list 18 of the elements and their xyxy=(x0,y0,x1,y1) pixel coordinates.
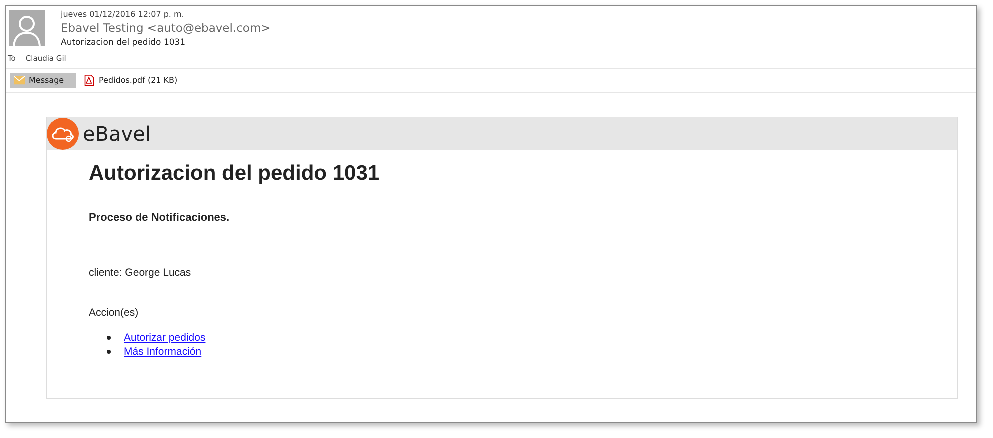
sent-date: jueves 01/12/2016 12:07 p. m. xyxy=(61,10,186,19)
message-tab[interactable]: Message xyxy=(10,73,76,88)
sender-name: Ebavel Testing <auto@ebavel.com> xyxy=(61,21,271,35)
action-link[interactable]: Más Información xyxy=(124,346,202,358)
bullet-icon xyxy=(107,336,111,340)
pdf-file-icon xyxy=(84,75,95,86)
bullet-icon xyxy=(107,350,111,354)
action-link[interactable]: Autorizar pedidos xyxy=(124,332,206,344)
message-title: Autorizacion del pedido 1031 xyxy=(89,162,381,186)
message-subtitle: Proceso de Notificaciones. xyxy=(89,212,231,224)
actions-label: Accion(es) xyxy=(89,307,140,319)
brand-name: eBavel xyxy=(83,122,151,146)
cloud-gear-icon xyxy=(47,118,79,150)
attachment-item[interactable]: Pedidos.pdf (21 KB) xyxy=(80,73,182,88)
avatar-icon xyxy=(9,10,45,46)
client-text: cliente: George Lucas xyxy=(89,267,192,279)
envelope-icon xyxy=(14,75,25,86)
email-subject: Autorizacion del pedido 1031 xyxy=(61,38,187,48)
